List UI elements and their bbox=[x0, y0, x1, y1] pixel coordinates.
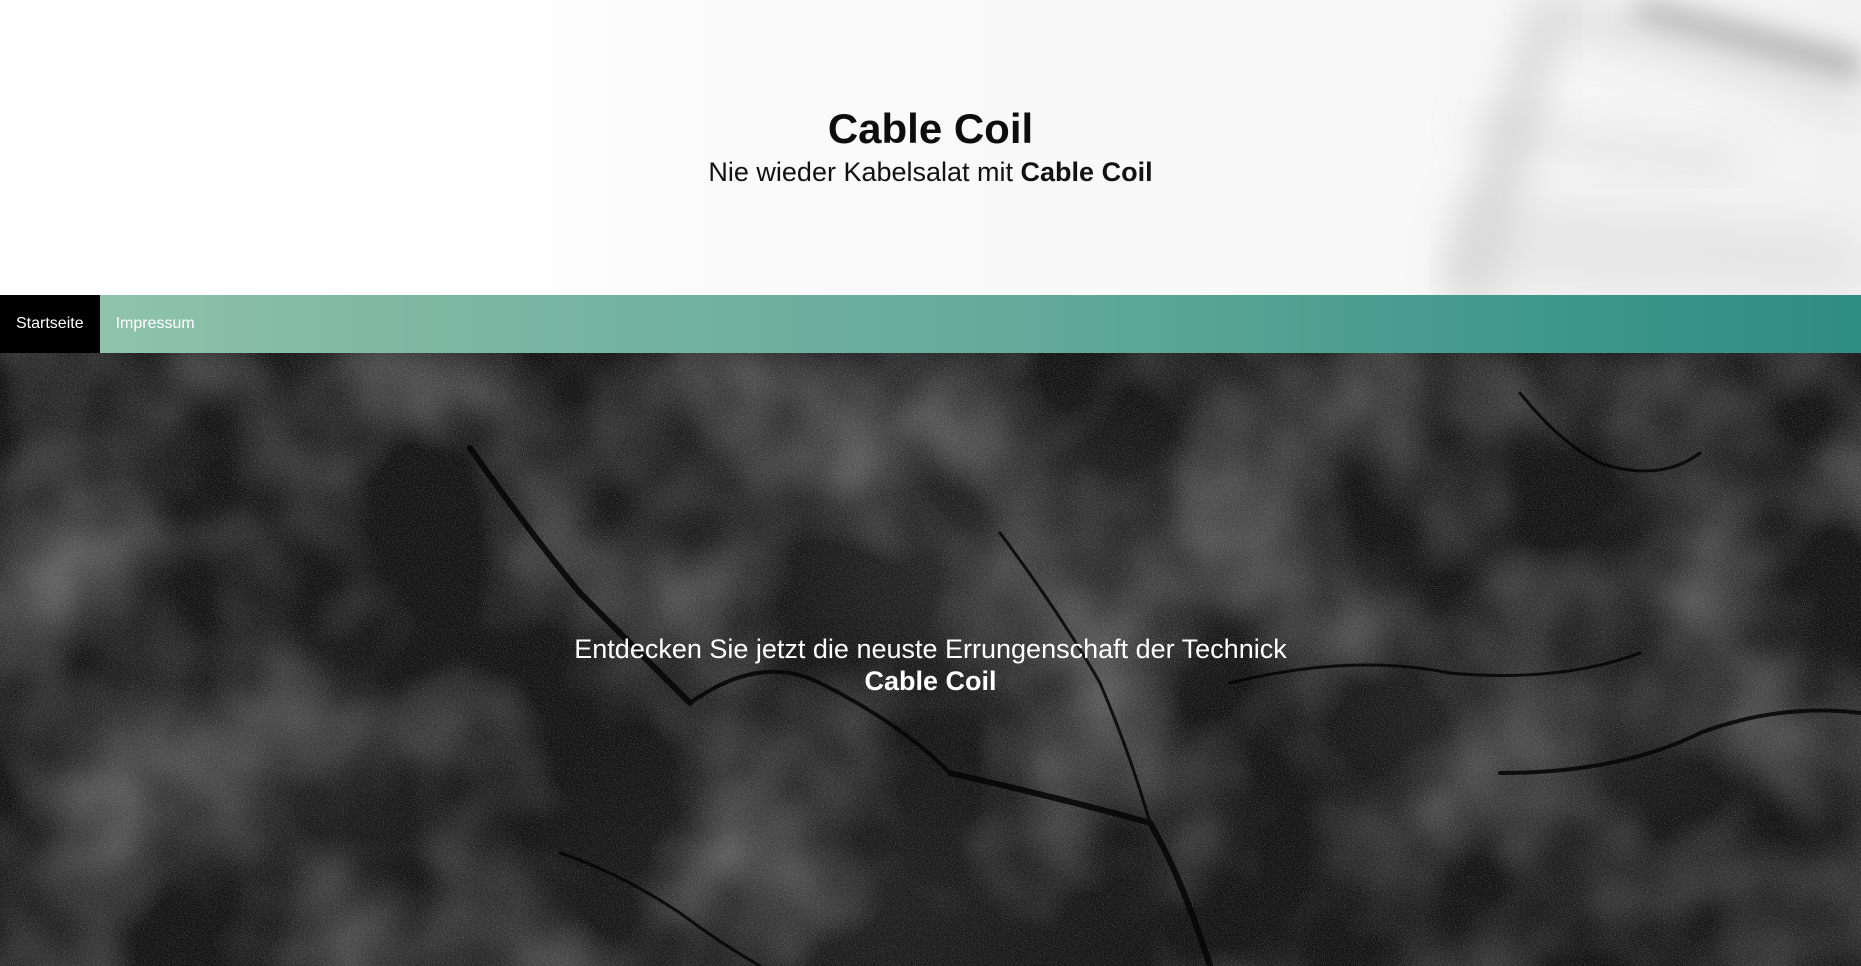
page: Cable Coil Nie wieder Kabelsalat mit Cab… bbox=[0, 0, 1861, 966]
site-header: Cable Coil Nie wieder Kabelsalat mit Cab… bbox=[0, 0, 1861, 295]
nav-item-startseite[interactable]: Startseite bbox=[0, 295, 100, 353]
site-title: Cable Coil bbox=[827, 105, 1034, 152]
tagline-brand: Cable Coil bbox=[1020, 157, 1153, 187]
hero-section: Entdecken Sie jetzt die neuste Errungens… bbox=[0, 353, 1861, 966]
hero-headline: Entdecken Sie jetzt die neuste Errungens… bbox=[574, 634, 1287, 664]
site-tagline: Nie wieder Kabelsalat mit Cable Coil bbox=[0, 155, 1861, 189]
hero-product-name: Cable Coil bbox=[864, 666, 997, 696]
nav-item-impressum[interactable]: Impressum bbox=[100, 295, 211, 353]
main-navigation: Startseite Impressum bbox=[0, 295, 1861, 353]
tagline-text: Nie wieder Kabelsalat mit bbox=[708, 157, 1021, 187]
hero-text: Entdecken Sie jetzt die neuste Errungens… bbox=[0, 633, 1861, 697]
header-text: Cable Coil Nie wieder Kabelsalat mit Cab… bbox=[0, 103, 1861, 189]
